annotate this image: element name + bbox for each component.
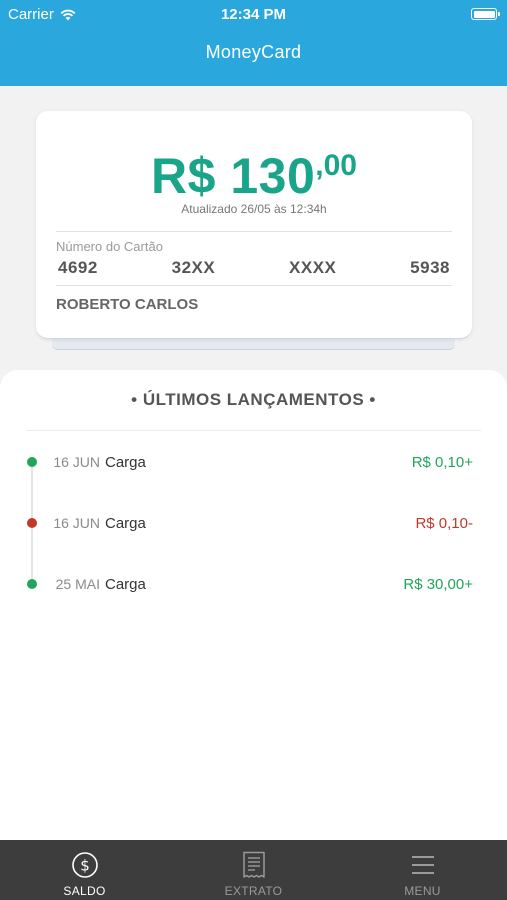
transaction-description: Carga: [105, 454, 146, 471]
battery-icon: [471, 8, 500, 20]
transactions-title: • ÚLTIMOS LANÇAMENTOS •: [131, 390, 376, 409]
card-number-group: 32XX: [171, 258, 216, 277]
transaction-row[interactable]: 16 JUN Carga R$ 0,10-: [0, 511, 507, 535]
card-number: 4692 32XX XXXX 5938: [58, 258, 450, 278]
tab-bar: $ SALDO EXTRATO MENU: [0, 840, 507, 900]
app-title: MoneyCard: [205, 42, 302, 62]
card-divider: [56, 285, 452, 286]
hamburger-menu-icon: [411, 856, 434, 874]
tab-menu[interactable]: MENU: [338, 840, 507, 900]
transaction-status-dot: [27, 579, 37, 589]
transaction-amount: R$ 30,00+: [403, 576, 473, 593]
transaction-description: Carga: [105, 515, 146, 532]
transaction-row[interactable]: 25 MAI Carga R$ 30,00+: [0, 572, 507, 596]
transaction-amount: R$ 0,10-: [415, 515, 473, 532]
transaction-date: 16 JUN: [53, 454, 100, 470]
transaction-amount: R$ 0,10+: [411, 454, 473, 471]
panel-divider: [26, 430, 481, 431]
tab-menu-label: MENU: [404, 884, 441, 898]
status-bar: Carrier 12:34 PM: [0, 0, 507, 28]
balance-updated-time: Atualizado 26/05 às 12:34h: [181, 202, 327, 216]
card-holder-name: ROBERTO CARLOS: [56, 296, 199, 313]
card-number-group: 5938: [410, 258, 450, 277]
card-divider: [56, 231, 452, 232]
transaction-date: 25 MAI: [55, 576, 100, 592]
balance-card[interactable]: R$ 130,00 Atualizado 26/05 às 12:34h Núm…: [36, 111, 472, 339]
transaction-status-dot: [27, 518, 37, 528]
transaction-date: 16 JUN: [53, 515, 100, 531]
card-number-group: 4692: [58, 258, 98, 277]
header-bar: Carrier 12:34 PM MoneyCard: [0, 0, 507, 86]
balance-amount: R$ 130,00: [36, 147, 472, 205]
tab-saldo[interactable]: $ SALDO: [0, 840, 169, 900]
transaction-status-dot: [27, 457, 37, 467]
card-number-group: XXXX: [289, 258, 337, 277]
status-time: 12:34 PM: [220, 6, 287, 23]
card-number-label: Número do Cartão: [56, 239, 163, 254]
tab-saldo-label: SALDO: [63, 884, 106, 898]
transaction-description: Carga: [105, 576, 146, 593]
recent-transactions-panel: • ÚLTIMOS LANÇAMENTOS • 16 JUN Carga R$ …: [0, 370, 507, 840]
dollar-circle-icon: $: [71, 852, 98, 878]
tab-extrato[interactable]: EXTRATO: [169, 840, 338, 900]
balance-cents: ,00: [315, 149, 357, 182]
balance-main: R$ 130: [151, 148, 316, 204]
svg-text:$: $: [80, 857, 90, 875]
receipt-icon: [242, 851, 265, 878]
tab-extrato-label: EXTRATO: [224, 884, 283, 898]
transaction-row[interactable]: 16 JUN Carga R$ 0,10+: [0, 450, 507, 474]
